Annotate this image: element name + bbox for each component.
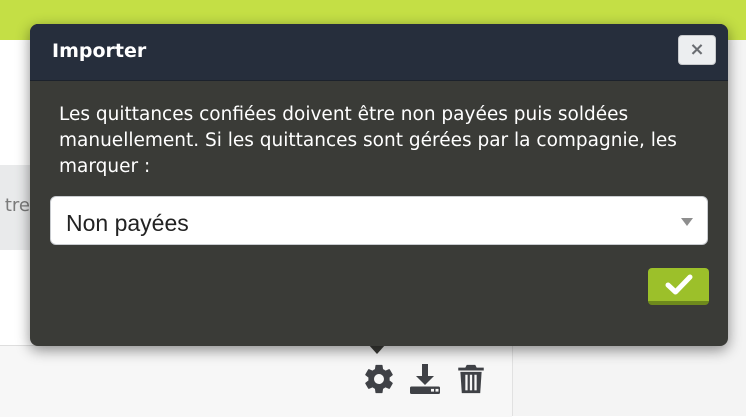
close-icon: × <box>689 39 705 60</box>
trash-icon <box>458 364 484 394</box>
confirm-button[interactable] <box>648 268 709 305</box>
item-toolbar <box>360 357 490 401</box>
checkmark-icon <box>665 274 692 294</box>
caret-down-icon <box>681 218 693 226</box>
import-dialog: Importer × Les quittances confiées doive… <box>30 24 728 346</box>
dialog-message: Les quittances confiées doivent être non… <box>59 104 677 177</box>
settings-button[interactable] <box>360 357 398 401</box>
select-value: Non payées <box>66 210 189 236</box>
close-button[interactable]: × <box>678 35 716 65</box>
dialog-title: Importer <box>52 40 147 62</box>
payment-status-select[interactable]: Non payées <box>50 196 708 245</box>
delete-button[interactable] <box>452 357 490 401</box>
dialog-header: Importer × <box>30 24 728 81</box>
download-icon <box>410 364 440 394</box>
gear-icon <box>365 364 393 394</box>
background-text-fragment: tre <box>4 195 30 216</box>
download-button[interactable] <box>406 357 444 401</box>
